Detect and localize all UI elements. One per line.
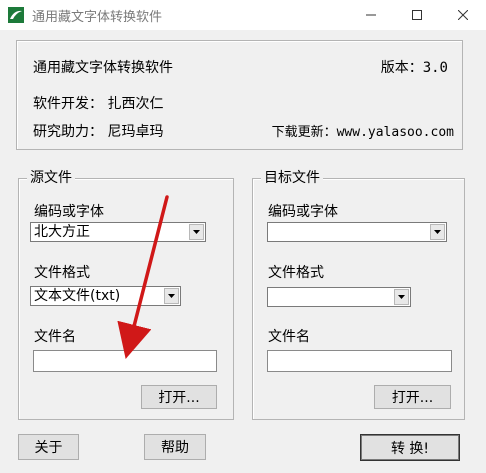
source-encoding-select[interactable]: 北大方正: [30, 222, 206, 242]
target-group-title: 目标文件: [261, 169, 323, 187]
maximize-button[interactable]: [394, 0, 440, 30]
window-title: 通用藏文字体转换软件: [32, 10, 163, 25]
target-encoding-label: 编码或字体: [268, 204, 338, 220]
chevron-down-icon: [193, 230, 200, 234]
chevron-down-icon: [398, 295, 405, 299]
source-filename-label: 文件名: [34, 329, 76, 345]
minimize-icon: [366, 14, 376, 16]
target-format-dropdown-button[interactable]: [394, 289, 409, 305]
source-encoding-label: 编码或字体: [34, 204, 104, 220]
assistant-label: 研究助力： 尼玛卓玛: [33, 124, 164, 140]
target-encoding-select[interactable]: [267, 222, 447, 242]
target-open-button[interactable]: 打开...: [374, 385, 451, 409]
maximize-icon: [412, 10, 422, 20]
close-icon: [458, 10, 468, 20]
source-encoding-value: 北大方正: [34, 224, 90, 240]
target-filename-label: 文件名: [268, 329, 310, 345]
source-encoding-dropdown-button[interactable]: [189, 224, 204, 240]
target-format-label: 文件格式: [268, 265, 324, 281]
minimize-button[interactable]: [348, 0, 394, 30]
source-format-select[interactable]: 文本文件(txt): [30, 286, 181, 306]
about-button[interactable]: 关于: [18, 434, 79, 460]
developer-label: 软件开发： 扎西次仁: [33, 96, 164, 112]
download-link[interactable]: 下载更新：www.yalasoo.com: [272, 121, 454, 140]
source-format-dropdown-button[interactable]: [164, 288, 179, 304]
app-logo-icon: [8, 7, 24, 23]
chevron-down-icon: [168, 294, 175, 298]
chevron-down-icon: [434, 230, 441, 234]
source-format-label: 文件格式: [34, 265, 90, 281]
source-filename-input[interactable]: [33, 350, 217, 372]
target-filename-input[interactable]: [267, 350, 452, 372]
source-format-value: 文本文件(txt): [34, 288, 121, 304]
close-button[interactable]: [440, 0, 486, 30]
source-group-title: 源文件: [27, 169, 75, 187]
title-bar[interactable]: 通用藏文字体转换软件: [0, 0, 486, 30]
target-format-select[interactable]: [267, 287, 411, 307]
source-open-button[interactable]: 打开...: [141, 385, 217, 409]
convert-button[interactable]: 转 换!: [360, 434, 460, 461]
app-name-label: 通用藏文字体转换软件: [33, 60, 173, 76]
info-panel: 通用藏文字体转换软件 版本：3.0 软件开发： 扎西次仁 研究助力： 尼玛卓玛 …: [16, 40, 463, 150]
target-encoding-dropdown-button[interactable]: [430, 224, 445, 240]
help-button[interactable]: 帮助: [144, 434, 206, 460]
version-label: 版本：3.0: [380, 60, 448, 76]
